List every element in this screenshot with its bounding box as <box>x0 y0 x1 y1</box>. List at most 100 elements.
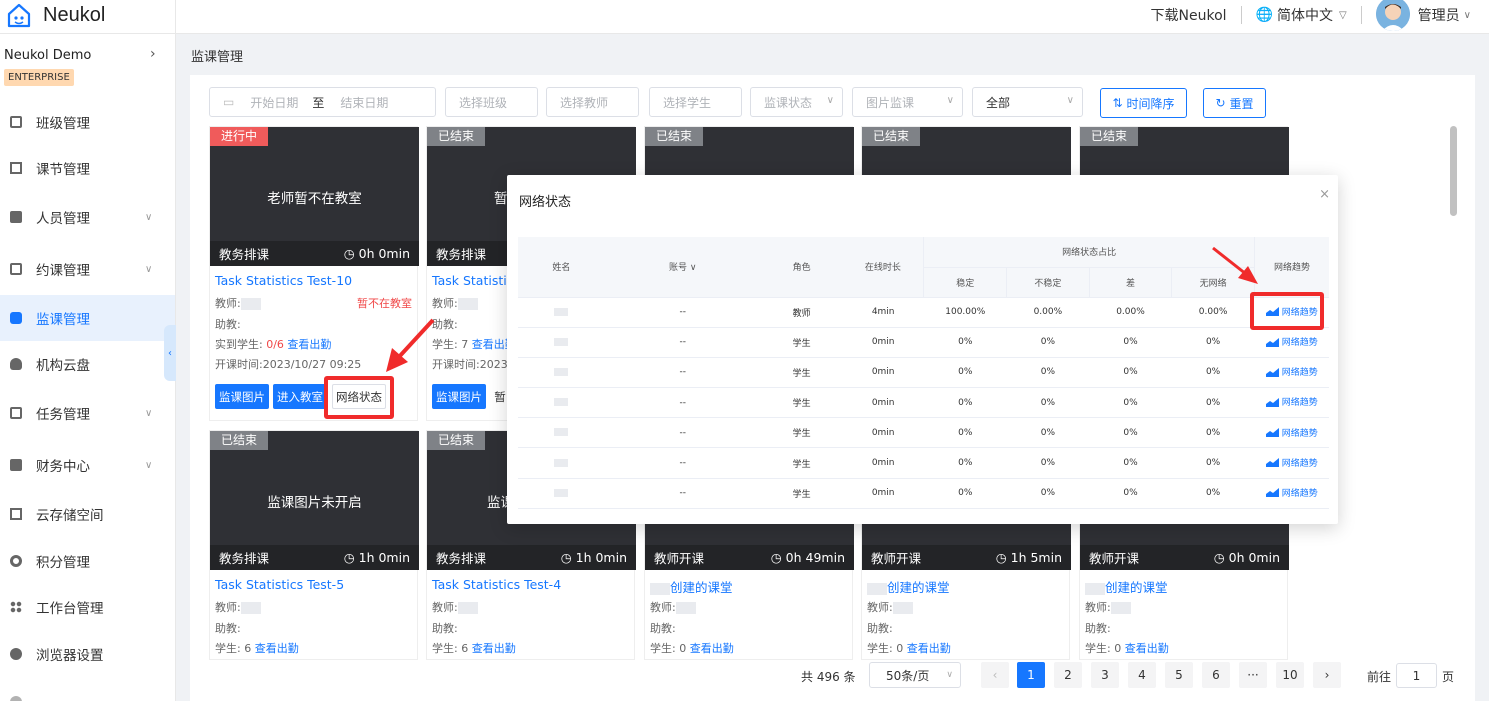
attendance-link[interactable]: 查看出勤 <box>472 642 516 655</box>
brand[interactable]: Neukol <box>5 1 105 29</box>
area-chart-icon <box>1265 427 1279 438</box>
class-select[interactable]: 选择班级 <box>445 87 538 117</box>
scrollbar[interactable] <box>1450 126 1457 216</box>
sidebar-item-class[interactable]: 班级管理 <box>0 99 175 145</box>
student-select[interactable]: 选择学生 <box>649 87 742 117</box>
prev-page-button[interactable]: ‹ <box>981 662 1009 688</box>
duration: 0h 0min <box>1228 550 1280 565</box>
next-page-button[interactable]: › <box>1313 662 1341 688</box>
col-stable: 稳定 <box>923 267 1008 298</box>
card-title[interactable]: 创建的课堂 <box>650 577 733 596</box>
chevron-right-icon[interactable]: › <box>150 46 156 62</box>
network-trend-link[interactable]: 网络趋势 <box>1265 486 1318 499</box>
attendance-link[interactable]: 查看出勤 <box>690 642 734 655</box>
col-trend: 网络趋势 <box>1254 237 1329 298</box>
page-button[interactable]: 10 <box>1276 662 1304 688</box>
teacher-select[interactable]: 选择教师 <box>546 87 639 117</box>
all-select[interactable]: 全部 ∨ <box>972 87 1083 117</box>
download-link[interactable]: 下载Neukol <box>1151 5 1227 25</box>
col-no-network: 无网络 <box>1171 267 1255 298</box>
sidebar-item-finance[interactable]: 财务中心 ∨ <box>0 442 175 488</box>
network-trend-link[interactable]: 网络趋势 <box>1265 395 1318 408</box>
cell-trend: 网络趋势 <box>1254 478 1329 509</box>
monitor-status-select[interactable]: 监课状态 ∨ <box>750 87 843 117</box>
page-button[interactable]: 5 <box>1165 662 1193 688</box>
cell-account: -- <box>604 327 761 358</box>
monitor-images-button[interactable]: 监课图片 <box>432 384 486 409</box>
sidebar-item-points[interactable]: 积分管理 <box>0 538 175 584</box>
enter-classroom-button[interactable]: 进入教室 <box>273 384 327 409</box>
people-icon <box>10 211 22 223</box>
cell-stable: 100.00% <box>923 297 1007 328</box>
card-title[interactable]: 创建的课堂 <box>867 577 950 596</box>
sidebar-item-storage[interactable]: 云存储空间 <box>0 491 175 537</box>
class-type: 教务排课 <box>219 247 270 262</box>
more-pages-button[interactable]: ··· <box>1239 662 1267 688</box>
refresh-icon: ↻ <box>1215 96 1226 110</box>
cell-none: 0% <box>1171 417 1255 449</box>
sidebar-collapse-toggle[interactable]: ‹ <box>164 325 176 381</box>
network-trend-link[interactable]: 网络趋势 <box>1265 365 1318 378</box>
logo-house-icon <box>7 3 31 28</box>
date-range-picker[interactable]: ▭ 开始日期 至 结束日期 <box>209 87 436 117</box>
sidebar-item-workbench[interactable]: 工作台管理 <box>0 584 175 630</box>
network-trend-link[interactable]: 网络趋势 <box>1265 335 1318 348</box>
card-title[interactable]: Task Statisti <box>432 273 507 288</box>
card-title[interactable]: 创建的课堂 <box>1085 577 1168 596</box>
sidebar-item-people[interactable]: 人员管理 ∨ <box>0 194 175 240</box>
sidebar-item-lesson[interactable]: 课节管理 <box>0 145 175 191</box>
attendance-link[interactable]: 查看出勤 <box>255 642 299 655</box>
cell-poor: 0% <box>1089 357 1172 389</box>
network-trend-link[interactable]: 网络趋势 <box>1265 456 1318 469</box>
close-icon[interactable]: × <box>1319 187 1330 202</box>
grid-icon <box>10 601 22 613</box>
attendance-link[interactable]: 查看出勤 <box>1125 642 1169 655</box>
cell-stable: 0% <box>923 357 1007 389</box>
card-thumbnail[interactable]: 进行中 老师暂不在教室 教务排课 ◷ 0h 0min <box>210 127 419 266</box>
card-thumbnail[interactable]: 已结束 监课图片未开启 教务排课 ◷ 1h 0min <box>210 431 419 570</box>
col-account[interactable]: 账号 ∨ <box>604 237 761 298</box>
time-sort-button[interactable]: ⇅ 时间降序 <box>1100 88 1187 118</box>
class-type: 教师开课 <box>654 551 705 566</box>
students-line: 学生: 0 查看出勤 <box>650 642 734 655</box>
monitor-images-button[interactable]: 监课图片 <box>215 384 269 409</box>
cell-role: 学生 <box>760 357 843 389</box>
cell-account: -- <box>604 478 761 509</box>
page-button[interactable]: 1 <box>1017 662 1045 688</box>
assistant-line: 助教: <box>215 622 241 635</box>
sidebar-item-monitor[interactable]: 监课管理 <box>0 295 175 341</box>
card-title[interactable]: Task Statistics Test-10 <box>215 273 352 288</box>
calendar-icon: ▭ <box>223 95 235 109</box>
storage-icon <box>10 508 22 520</box>
page-button[interactable]: 6 <box>1202 662 1230 688</box>
card-title[interactable]: Task Statistics Test-5 <box>215 577 344 592</box>
image-monitor-select[interactable]: 图片监课 ∨ <box>852 87 963 117</box>
clock-icon: ◷ <box>560 550 576 565</box>
sidebar-item-cloud-disk[interactable]: 机构云盘 <box>0 341 175 387</box>
sidebar-item-booking[interactable]: 约课管理 ∨ <box>0 246 175 292</box>
cell-name <box>518 417 605 449</box>
page-button[interactable]: 3 <box>1091 662 1119 688</box>
sidebar-item-more[interactable] <box>0 679 175 701</box>
sidebar-item-task[interactable]: 任务管理 ∨ <box>0 390 175 436</box>
avatar[interactable] <box>1375 0 1410 31</box>
status-tag: 进行中 <box>210 127 269 146</box>
reset-button[interactable]: ↻ 重置 <box>1203 88 1266 118</box>
goto-page-input[interactable]: 1 <box>1396 663 1437 688</box>
sidebar-item-browser[interactable]: 浏览器设置 <box>0 631 175 677</box>
cell-name <box>518 447 605 479</box>
page-button[interactable]: 2 <box>1054 662 1082 688</box>
cell-none: 0.00% <box>1171 297 1255 328</box>
network-trend-link[interactable]: 网络趋势 <box>1265 426 1318 439</box>
attendance-link[interactable]: 查看出勤 <box>907 642 951 655</box>
card-title[interactable]: Task Statistics Test-4 <box>432 577 561 592</box>
cell-role: 教师 <box>760 297 843 328</box>
page-size-select[interactable]: 50条/页 ∨ <box>869 662 961 688</box>
org-name[interactable]: Neukol Demo <box>4 48 91 63</box>
user-name[interactable]: 管理员 <box>1418 5 1460 25</box>
page-button[interactable]: 4 <box>1128 662 1156 688</box>
cell-poor: 0% <box>1089 387 1172 419</box>
highlight-box <box>1250 292 1324 330</box>
language-select[interactable]: 简体中文 <box>1277 5 1333 25</box>
attendance-link[interactable]: 查看出勤 <box>287 338 331 351</box>
